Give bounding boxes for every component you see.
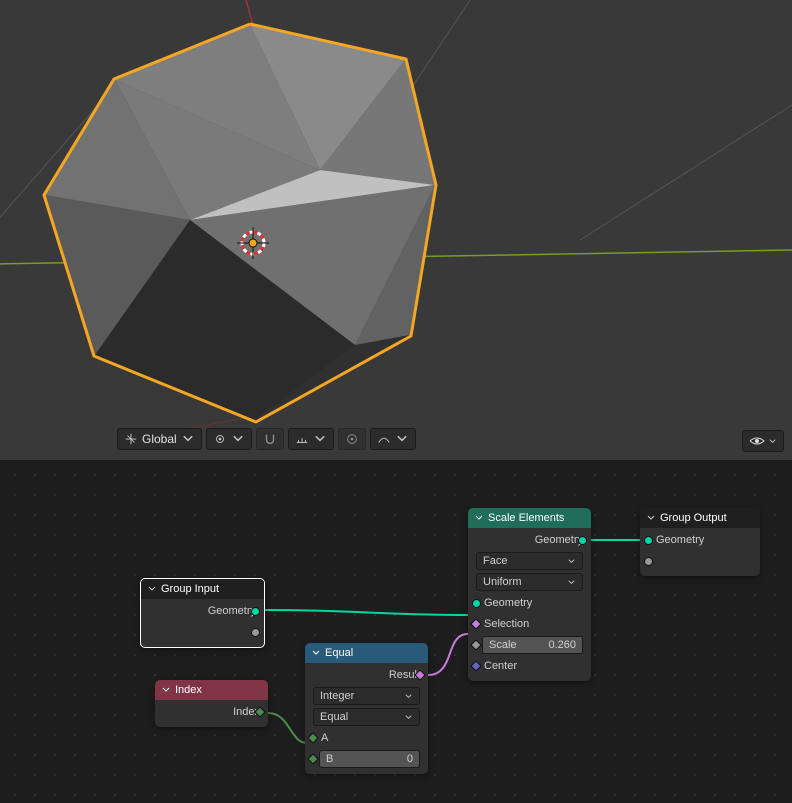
node-header[interactable]: Scale Elements — [468, 508, 591, 528]
dropdown-value: Face — [483, 555, 507, 567]
socket-center-in[interactable]: Center — [476, 657, 583, 675]
node-title: Scale Elements — [488, 512, 564, 524]
chevron-down-icon — [646, 513, 656, 523]
chevron-down-icon — [404, 692, 413, 701]
domain-dropdown[interactable]: Face — [476, 552, 583, 570]
chevron-down-icon — [181, 432, 195, 446]
socket-selection-in[interactable]: Selection — [476, 615, 583, 633]
input-b-field[interactable]: B 0 — [319, 750, 420, 768]
chevron-down-icon — [231, 432, 245, 446]
transform-orientation-dropdown[interactable]: Global — [117, 428, 202, 450]
socket-virtual-out[interactable] — [149, 623, 256, 641]
snap-mode-dropdown[interactable] — [288, 428, 334, 450]
chevron-down-icon — [404, 713, 413, 722]
viewport-3d[interactable]: Global — [0, 0, 792, 460]
magnet-icon — [263, 432, 277, 446]
socket-label: Geometry — [208, 605, 256, 617]
node-group-input[interactable]: Group Input Geometry — [140, 578, 265, 648]
dropdown-value: Uniform — [483, 576, 522, 588]
proportional-falloff-dropdown[interactable] — [370, 428, 416, 450]
falloff-icon — [377, 432, 391, 446]
socket-label: Geometry — [535, 534, 583, 546]
mesh-icosphere — [44, 24, 436, 422]
node-title: Equal — [325, 647, 353, 659]
chevron-down-icon — [395, 432, 409, 446]
proportional-icon — [345, 432, 359, 446]
chevron-down-icon — [311, 648, 321, 658]
socket-a-in[interactable]: A — [313, 729, 420, 747]
chevron-down-icon — [567, 557, 576, 566]
input-scale-field[interactable]: Scale 0.260 — [482, 636, 583, 654]
socket-b-in[interactable]: B 0 — [313, 750, 420, 768]
socket-label: Geometry — [656, 534, 704, 546]
socket-geometry-in[interactable]: Geometry — [476, 594, 583, 612]
node-title: Group Input — [161, 583, 219, 595]
socket-geometry-out[interactable]: Geometry — [476, 531, 583, 549]
chevron-down-icon — [161, 685, 171, 695]
node-group-output[interactable]: Group Output Geometry — [640, 508, 760, 576]
socket-index-out[interactable]: Index — [163, 703, 260, 721]
pivot-dropdown[interactable] — [206, 428, 252, 450]
socket-scale-in[interactable]: Scale 0.260 — [476, 636, 583, 654]
transform-orientation-label: Global — [142, 432, 177, 446]
socket-result-out[interactable]: Result — [313, 666, 420, 684]
snap-toggle[interactable] — [256, 428, 284, 450]
socket-geometry-out[interactable]: Geometry — [149, 602, 256, 620]
viewport-scene — [0, 0, 792, 460]
node-index[interactable]: Index Index — [155, 680, 268, 727]
compare-op-dropdown[interactable]: Equal — [313, 708, 420, 726]
socket-label: Selection — [484, 618, 529, 630]
compare-type-dropdown[interactable]: Integer — [313, 687, 420, 705]
pivot-icon — [213, 432, 227, 446]
scale-mode-dropdown[interactable]: Uniform — [476, 573, 583, 591]
chevron-down-icon — [567, 578, 576, 587]
node-scale-elements[interactable]: Scale Elements Geometry Face Uniform Geo… — [468, 508, 591, 681]
field-value: 0.260 — [517, 639, 576, 651]
socket-label: Center — [484, 660, 517, 672]
field-value: 0 — [333, 753, 413, 765]
field-label: B — [326, 753, 333, 765]
dropdown-value: Equal — [320, 711, 348, 723]
socket-virtual-in[interactable] — [648, 552, 752, 570]
node-header[interactable]: Group Output — [640, 508, 760, 528]
eye-icon — [749, 435, 765, 447]
geometry-node-editor[interactable]: Group Input Geometry Index Index — [0, 460, 792, 803]
visibility-dropdown[interactable] — [742, 430, 784, 452]
chevron-down-icon — [768, 437, 777, 446]
node-compare[interactable]: Equal Result Integer Equal A B 0 — [305, 643, 428, 774]
dropdown-value: Integer — [320, 690, 354, 702]
node-title: Index — [175, 684, 202, 696]
socket-label: Geometry — [484, 597, 532, 609]
node-header[interactable]: Equal — [305, 643, 428, 663]
viewport-toolbar: Global — [117, 426, 416, 452]
chevron-down-icon — [474, 513, 484, 523]
socket-label: A — [321, 732, 328, 744]
node-header[interactable]: Group Input — [141, 579, 264, 599]
chevron-down-icon — [147, 584, 157, 594]
snap-increment-icon — [295, 432, 309, 446]
proportional-edit-toggle[interactable] — [338, 428, 366, 450]
axes-icon — [124, 432, 138, 446]
chevron-down-icon — [313, 432, 327, 446]
field-label: Scale — [489, 639, 517, 651]
node-title: Group Output — [660, 512, 727, 524]
socket-geometry-in[interactable]: Geometry — [648, 531, 752, 549]
node-header[interactable]: Index — [155, 680, 268, 700]
